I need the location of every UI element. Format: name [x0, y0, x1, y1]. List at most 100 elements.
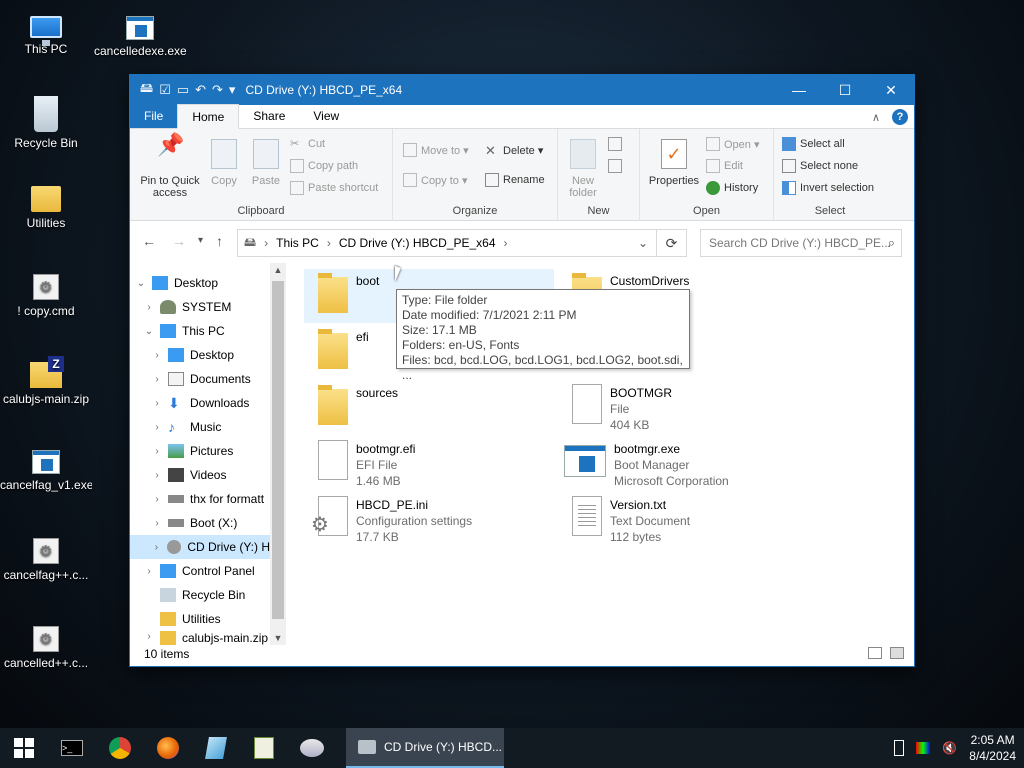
close-button[interactable]: ✕	[868, 75, 914, 105]
history-button[interactable]: History	[706, 181, 758, 195]
tree-item-control-panel[interactable]: › Control Panel	[142, 559, 270, 583]
file-tile-bootmgr-exe[interactable]: bootmgr.exe Boot Manager Microsoft Corpo…	[558, 437, 808, 491]
usb-device-icon[interactable]	[894, 740, 905, 756]
qat-dropdown-icon[interactable]: ▾	[229, 82, 236, 98]
file-tile-hbcd-ini[interactable]: HBCD_PE.ini Configuration settings 17.7 …	[304, 493, 554, 547]
properties-qat-icon[interactable]: ☑	[159, 82, 171, 98]
back-arrow-icon[interactable]: ←	[142, 233, 156, 249]
move-to-button[interactable]: Move to ▾	[403, 143, 469, 157]
new-folder-button[interactable]: New folder	[562, 139, 604, 199]
clock[interactable]: 2:05 AM 8/4/2024	[969, 732, 1016, 764]
address-dropdown-icon[interactable]: ⌄	[638, 236, 648, 250]
large-icons-view-icon[interactable]	[890, 647, 904, 659]
details-view-icon[interactable]	[868, 647, 882, 659]
app-taskbar-button[interactable]	[192, 728, 240, 768]
chevron-right-icon[interactable]: ›	[150, 350, 164, 361]
tree-item-videos[interactable]: › Videos	[150, 463, 270, 487]
command-prompt-taskbar-button[interactable]: >_	[48, 728, 96, 768]
maximize-button[interactable]: ☐	[822, 75, 868, 105]
desktop-icon-utilities[interactable]: Utilities	[0, 180, 92, 230]
search-input[interactable]: Search CD Drive (Y:) HBCD_PE... ⌕	[700, 229, 902, 257]
chevron-right-icon[interactable]: ›	[150, 398, 164, 409]
easy-access-button[interactable]	[608, 159, 622, 173]
scrollbar-thumb[interactable]	[272, 281, 284, 619]
paste-shortcut-button[interactable]: Paste shortcut	[290, 181, 378, 195]
explorer-taskbar-button[interactable]: CD Drive (Y:) HBCD...	[346, 728, 504, 768]
desktop-icon-cancelledexe[interactable]: cancelledexe.exe	[94, 10, 186, 58]
copy-to-button[interactable]: Copy to ▾	[403, 173, 468, 187]
tab-share[interactable]: Share	[239, 104, 299, 128]
copy-path-button[interactable]: Copy path	[290, 159, 358, 173]
display-settings-icon[interactable]	[916, 742, 931, 754]
tab-home[interactable]: Home	[177, 104, 240, 129]
tree-item-utilities[interactable]: Utilities	[156, 607, 270, 631]
tree-item-downloads[interactable]: › ⬇ Downloads	[150, 391, 270, 415]
select-all-button[interactable]: Select all	[782, 137, 845, 151]
tree-item-pictures[interactable]: › Pictures	[150, 439, 270, 463]
breadcrumb-this-pc[interactable]: This PC	[276, 236, 319, 250]
recent-locations-icon[interactable]: ▾	[198, 235, 203, 246]
firefox-taskbar-button[interactable]	[144, 728, 192, 768]
file-tile-bootmgr[interactable]: BOOTMGR File 404 KB	[558, 381, 808, 435]
tree-item-recycle-bin[interactable]: Recycle Bin	[156, 583, 270, 607]
chevron-right-icon[interactable]: ›	[150, 542, 163, 553]
breadcrumb-separator-icon[interactable]: ›	[504, 236, 508, 250]
navpane-scrollbar[interactable]: ▲ ▼	[270, 263, 286, 645]
properties-button[interactable]: ✓ Properties	[644, 139, 704, 187]
chevron-right-icon[interactable]: ›	[150, 446, 164, 457]
volume-muted-icon[interactable]: 🔇	[942, 741, 957, 755]
tree-item-cd-drive[interactable]: › CD Drive (Y:) H	[130, 535, 270, 559]
tree-item-this-pc[interactable]: ⌄ This PC	[142, 319, 270, 343]
chevron-right-icon[interactable]: ›	[142, 302, 156, 313]
paste-button[interactable]: Paste	[246, 139, 286, 187]
file-tile-version-txt[interactable]: Version.txt Text Document 112 bytes	[558, 493, 808, 547]
new-item-button[interactable]	[608, 137, 622, 151]
select-none-button[interactable]: Select none	[782, 159, 858, 173]
delete-button[interactable]: ✕ Delete ▾	[485, 143, 543, 158]
tab-view[interactable]: View	[299, 104, 353, 128]
chevron-right-icon[interactable]: ›	[150, 518, 164, 529]
breadcrumb-cd-drive[interactable]: CD Drive (Y:) HBCD_PE_x64	[339, 236, 496, 250]
chevron-right-icon[interactable]: ›	[142, 566, 156, 577]
desktop-icon-cancelled-cmd[interactable]: cancelled++.c...	[0, 620, 92, 670]
tree-item-system[interactable]: › SYSTEM	[142, 295, 270, 319]
minimize-button[interactable]: —	[776, 75, 822, 105]
up-arrow-icon[interactable]: ↑	[216, 233, 223, 249]
undo-icon[interactable]: ↶	[195, 82, 206, 98]
breadcrumb-separator-icon[interactable]: ›	[264, 236, 268, 250]
chevron-right-icon[interactable]: ›	[142, 631, 156, 642]
help-icon[interactable]: ?	[892, 109, 908, 125]
start-button[interactable]	[0, 728, 48, 768]
copy-button[interactable]: Copy	[206, 139, 242, 187]
file-tile-bootmgr-efi[interactable]: bootmgr.efi EFI File 1.46 MB	[304, 437, 554, 491]
chevron-down-icon[interactable]: ⌄	[142, 326, 156, 337]
desktop-icon-copy-cmd[interactable]: ! copy.cmd	[0, 268, 92, 318]
chevron-right-icon[interactable]: ›	[150, 494, 164, 505]
tree-item-thx-drive[interactable]: › thx for formatt	[150, 487, 270, 511]
desktop-icon-cancelfag-v1[interactable]: cancelfag_v1.exe	[0, 444, 92, 492]
invert-selection-button[interactable]: Invert selection	[782, 181, 874, 195]
task-manager-taskbar-button[interactable]	[240, 728, 288, 768]
scroll-up-icon[interactable]: ▲	[270, 265, 286, 275]
chrome-taskbar-button[interactable]	[96, 728, 144, 768]
tree-item-desktop[interactable]: › Desktop	[150, 343, 270, 367]
chevron-right-icon[interactable]: ›	[150, 422, 164, 433]
tool-taskbar-button[interactable]	[288, 728, 336, 768]
edit-button[interactable]: Edit	[706, 159, 743, 173]
tab-file[interactable]: File	[130, 104, 178, 128]
chevron-down-icon[interactable]: ⌄	[134, 278, 148, 289]
desktop-icon-calubjs-zip[interactable]: calubjs-main.zip	[0, 356, 92, 406]
desktop-icon-recycle-bin[interactable]: Recycle Bin	[0, 96, 92, 150]
chevron-right-icon[interactable]: ›	[150, 470, 164, 481]
file-tile-sources[interactable]: sources	[304, 381, 554, 435]
tree-item-boot-drive[interactable]: › Boot (X:)	[150, 511, 270, 535]
desktop-icon-cancelfag-cmd[interactable]: cancelfag++.c...	[0, 532, 92, 582]
desktop-icon-this-pc[interactable]: This PC	[0, 10, 92, 56]
redo-icon[interactable]: ↷	[212, 82, 223, 98]
breadcrumb-separator-icon[interactable]: ›	[327, 236, 331, 250]
tree-item-desktop-root[interactable]: ⌄ Desktop	[134, 271, 270, 295]
tree-item-documents[interactable]: › Documents	[150, 367, 270, 391]
collapse-ribbon-icon[interactable]: ∧	[872, 111, 880, 124]
address-bar[interactable]: 🖴 › This PC › CD Drive (Y:) HBCD_PE_x64 …	[237, 229, 657, 257]
cut-button[interactable]: ✂ Cut	[290, 137, 325, 151]
